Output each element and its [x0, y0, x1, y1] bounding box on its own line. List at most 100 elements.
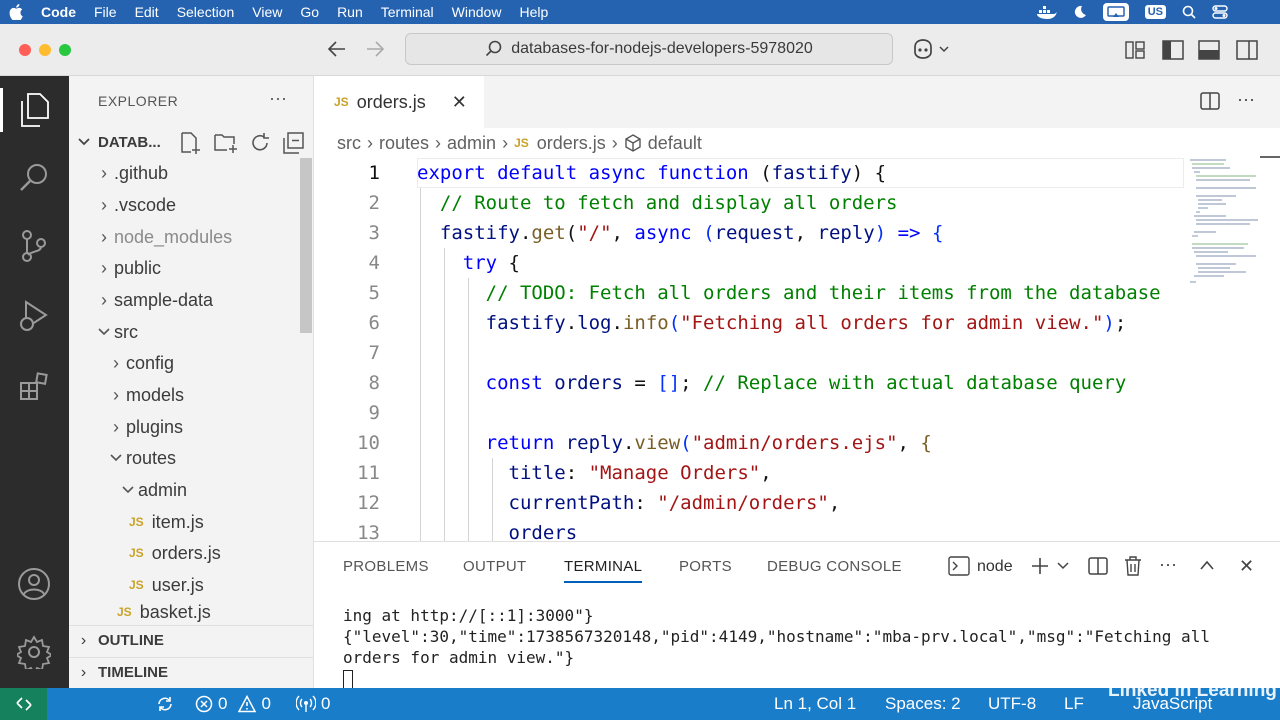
- maximize-panel-icon[interactable]: [1200, 560, 1214, 570]
- breadcrumb-src[interactable]: src: [337, 133, 361, 154]
- tree-file-item-js[interactable]: JS item.js: [69, 506, 314, 538]
- copilot-icon[interactable]: [912, 39, 950, 59]
- tab-debug-console[interactable]: DEBUG CONSOLE: [767, 558, 902, 575]
- editor-more-actions-icon[interactable]: ···: [1237, 89, 1255, 110]
- code-line: 1 export default async function (fastify)…: [314, 158, 1184, 188]
- close-panel-icon[interactable]: ✕: [1239, 556, 1254, 577]
- split-editor-icon[interactable]: [1200, 91, 1220, 111]
- eol-status[interactable]: LF: [1064, 688, 1084, 720]
- menu-window[interactable]: Window: [443, 0, 511, 24]
- menu-file[interactable]: File: [85, 0, 126, 24]
- extensions-icon[interactable]: [12, 364, 56, 408]
- more-actions-icon[interactable]: ···: [269, 88, 287, 109]
- js-file-icon: JS: [514, 136, 529, 150]
- breadcrumb-symbol[interactable]: default: [648, 133, 702, 154]
- terminal-name[interactable]: node: [977, 558, 1013, 576]
- outline-section-header[interactable]: › OUTLINE: [69, 625, 314, 655]
- menu-run[interactable]: Run: [328, 0, 372, 24]
- tree-folder-plugins[interactable]: › plugins: [69, 411, 314, 443]
- spotlight-search-icon[interactable]: [1182, 5, 1196, 19]
- line-number: 4: [368, 252, 380, 274]
- breadcrumb-routes[interactable]: routes: [379, 133, 429, 154]
- breadcrumb-admin[interactable]: admin: [447, 133, 496, 154]
- tree-file-orders-js[interactable]: JS orders.js: [69, 537, 314, 569]
- menu-app-name[interactable]: Code: [32, 0, 85, 24]
- toggle-secondary-sidebar-icon[interactable]: [1236, 40, 1258, 60]
- command-center-search[interactable]: databases-for-nodejs-developers-5978020: [405, 33, 893, 65]
- tree-file-user-js[interactable]: JS user.js: [69, 569, 314, 601]
- toggle-panel-icon[interactable]: [1198, 40, 1220, 60]
- tree-folder-vscode[interactable]: › .vscode: [69, 189, 314, 221]
- sync-icon[interactable]: [156, 688, 174, 720]
- cursor-position[interactable]: Ln 1, Col 1: [774, 688, 856, 720]
- tree-folder-public[interactable]: › public: [69, 252, 314, 284]
- docker-icon[interactable]: [1036, 5, 1057, 19]
- screen-mirroring-icon[interactable]: [1102, 3, 1129, 21]
- tab-problems[interactable]: PROBLEMS: [343, 558, 429, 575]
- menu-selection[interactable]: Selection: [168, 0, 244, 24]
- terminal-output[interactable]: ing at http://[::1]:3000"} {"level":30,"…: [343, 605, 1210, 689]
- menu-edit[interactable]: Edit: [126, 0, 168, 24]
- customize-layout-icon[interactable]: [1125, 40, 1145, 60]
- workspace-section-header[interactable]: DATAB...: [69, 127, 314, 157]
- encoding-status[interactable]: UTF-8: [988, 688, 1036, 720]
- search-icon[interactable]: [12, 156, 56, 200]
- line-number: 11: [357, 462, 380, 484]
- zoom-window-button[interactable]: [59, 44, 71, 56]
- sidebar-scrollbar[interactable]: [300, 158, 312, 333]
- tab-output[interactable]: OUTPUT: [463, 558, 526, 575]
- tree-folder-node-modules[interactable]: › node_modules: [69, 221, 314, 253]
- indentation-status[interactable]: Spaces: 2: [885, 688, 961, 720]
- chevron-down-icon: [94, 328, 114, 336]
- menu-help[interactable]: Help: [510, 0, 557, 24]
- apple-icon[interactable]: [0, 4, 32, 20]
- moon-icon[interactable]: [1073, 5, 1087, 19]
- menu-go[interactable]: Go: [291, 0, 328, 24]
- code-editor[interactable]: 1 export default async function (fastify)…: [314, 158, 1184, 541]
- minimap[interactable]: [1186, 156, 1280, 286]
- gear-icon[interactable]: [12, 630, 56, 674]
- problems-status[interactable]: 0 0: [195, 688, 271, 720]
- tree-folder-admin[interactable]: admin: [69, 474, 314, 506]
- tab-ports[interactable]: PORTS: [679, 558, 732, 575]
- tree-folder-sample-data[interactable]: › sample-data: [69, 284, 314, 316]
- new-file-icon[interactable]: [179, 132, 201, 154]
- back-arrow-icon[interactable]: [327, 40, 347, 58]
- tree-folder-models[interactable]: › models: [69, 379, 314, 411]
- minimize-window-button[interactable]: [39, 44, 51, 56]
- run-and-debug-icon[interactable]: [12, 294, 56, 338]
- tab-terminal[interactable]: TERMINAL: [564, 558, 643, 583]
- close-window-button[interactable]: [19, 44, 31, 56]
- source-control-icon[interactable]: [12, 224, 56, 268]
- explorer-files-icon[interactable]: [0, 88, 56, 132]
- new-folder-icon[interactable]: [214, 132, 238, 154]
- chevron-down-icon: [118, 486, 138, 494]
- tree-folder-src[interactable]: src: [69, 316, 314, 348]
- collapse-all-icon[interactable]: [283, 132, 305, 154]
- new-terminal-icon[interactable]: [1030, 556, 1050, 576]
- tree-file-basket-js[interactable]: JS basket.js: [69, 601, 314, 623]
- menu-view[interactable]: View: [243, 0, 291, 24]
- chevron-down-icon[interactable]: [1057, 562, 1069, 570]
- control-center-icon[interactable]: [1212, 5, 1228, 19]
- trash-icon[interactable]: [1124, 556, 1142, 576]
- tree-folder-github[interactable]: › .github: [69, 157, 314, 189]
- tree-folder-config[interactable]: › config: [69, 347, 314, 379]
- tree-label: models: [126, 384, 185, 405]
- split-terminal-icon[interactable]: [1088, 556, 1108, 576]
- ports-status[interactable]: 0: [296, 688, 330, 720]
- tree-folder-routes[interactable]: routes: [69, 442, 314, 474]
- panel-more-actions-icon[interactable]: ···: [1159, 554, 1177, 575]
- breadcrumb-file[interactable]: orders.js: [537, 133, 606, 154]
- accounts-icon[interactable]: [12, 562, 56, 606]
- tab-orders-js[interactable]: JS orders.js ✕: [314, 76, 484, 128]
- timeline-section-header[interactable]: › TIMELINE: [69, 657, 314, 687]
- close-tab-icon[interactable]: ✕: [452, 92, 467, 113]
- code-line: 3 fastify.get("/", async (request, reply…: [314, 218, 1184, 248]
- menu-terminal[interactable]: Terminal: [372, 0, 443, 24]
- refresh-icon[interactable]: [249, 132, 271, 154]
- remote-indicator-icon[interactable]: [0, 688, 47, 720]
- forward-arrow-icon[interactable]: [365, 40, 385, 58]
- toggle-primary-sidebar-icon[interactable]: [1162, 40, 1184, 60]
- input-source-badge[interactable]: US: [1144, 5, 1166, 19]
